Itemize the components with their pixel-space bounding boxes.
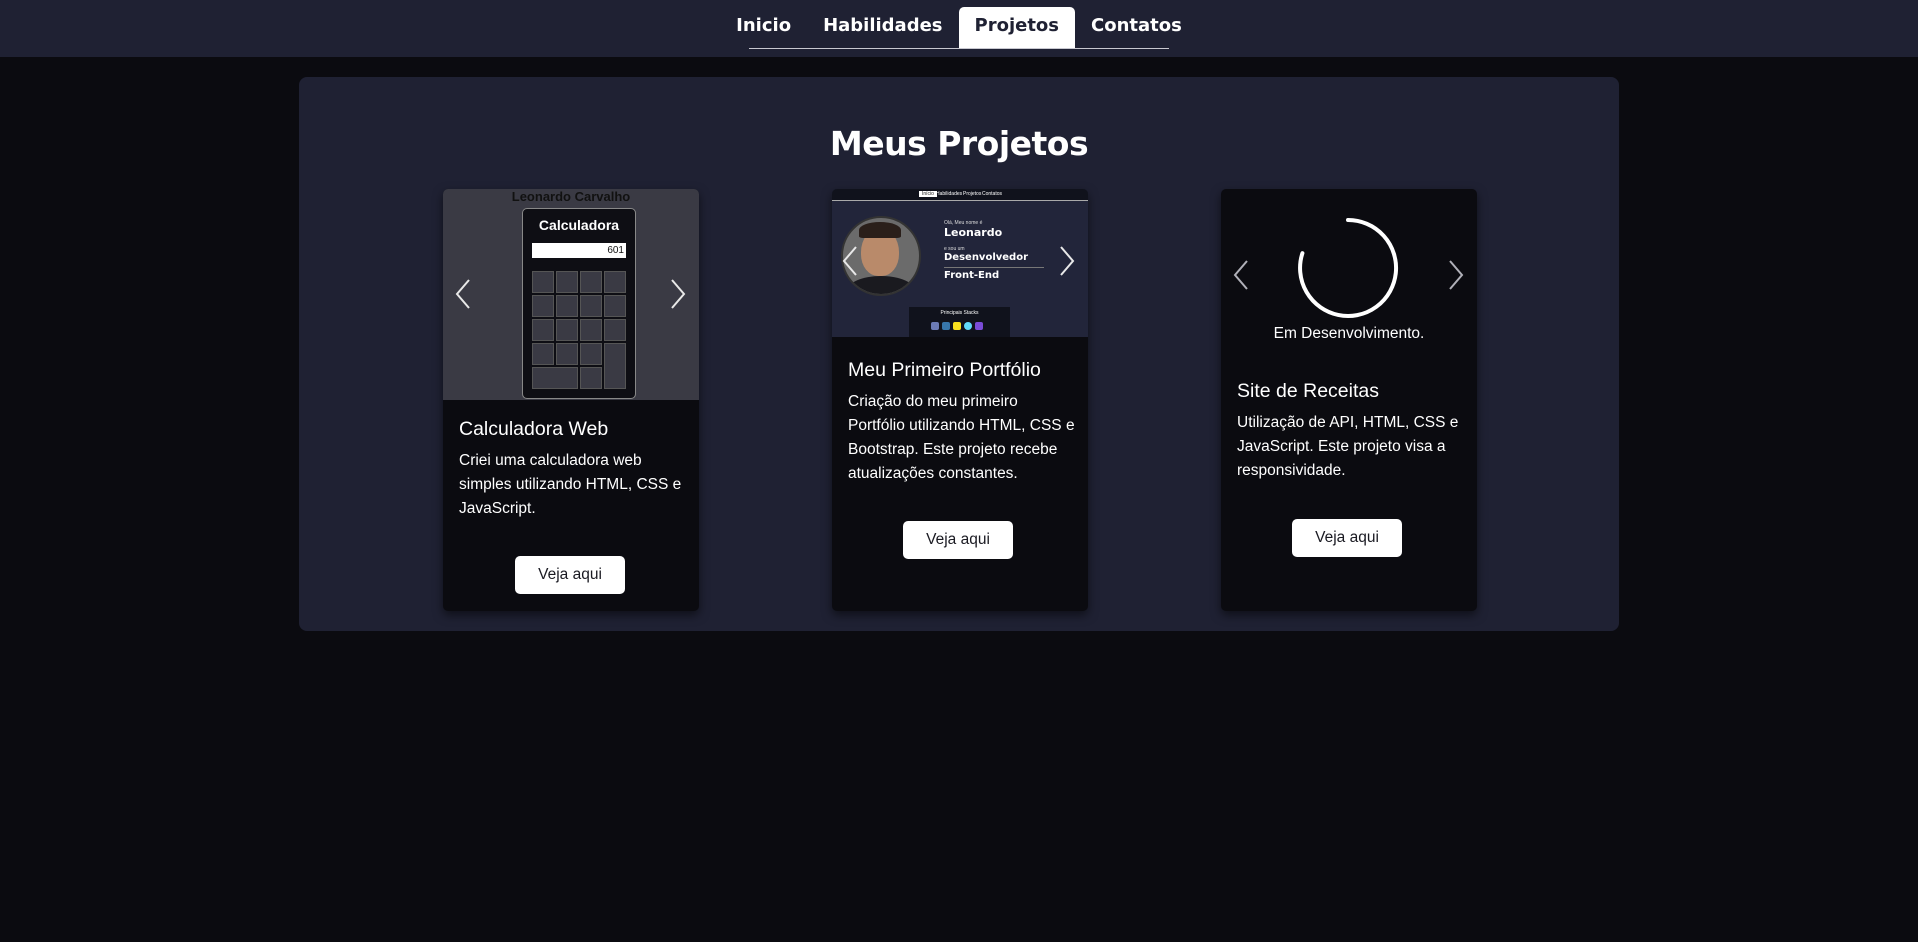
preview-navbar: Início Habilidades Projetos Contatos — [832, 189, 1088, 201]
project-description: Utilização de API, HTML, CSS e JavaScrip… — [1237, 414, 1459, 479]
tab-contatos[interactable]: Contatos — [1075, 7, 1198, 48]
project-preview-carousel: Leonardo Carvalho Calculadora 601 — [443, 189, 699, 400]
chevron-right-icon — [1449, 260, 1464, 290]
preview-nav-item: Projetos — [963, 191, 982, 197]
profile-photo-hair — [859, 222, 901, 238]
calc-key — [604, 295, 626, 317]
preview-nav-item: Contatos — [982, 191, 1003, 197]
preview-nav-item: Habilidades — [936, 191, 963, 197]
project-preview-carousel: Em Desenvolvimento. — [1221, 189, 1477, 349]
calc-key — [580, 343, 602, 365]
top-navbar: Inicio Habilidades Projetos Contatos — [0, 0, 1918, 57]
calc-key — [532, 271, 554, 293]
profile-photo-shirt — [847, 276, 915, 294]
project-description: Criação do meu primeiro Portfólio utiliz… — [848, 393, 1075, 482]
calc-key — [580, 319, 602, 341]
calc-key — [556, 343, 578, 365]
calc-key — [580, 367, 602, 389]
carousel-prev-button[interactable] — [1232, 259, 1250, 291]
calc-key — [532, 295, 554, 317]
loading-spinner-icon — [1298, 218, 1399, 318]
javascript-icon — [953, 322, 961, 330]
react-icon — [964, 322, 972, 330]
chevron-left-icon — [455, 279, 470, 309]
carousel-prev-button[interactable] — [454, 278, 472, 310]
calc-key — [556, 319, 578, 341]
preview-nav-item: Início — [919, 191, 937, 197]
chevron-left-icon — [842, 246, 857, 276]
php-icon — [931, 322, 939, 330]
development-status: Em Desenvolvimento. — [1273, 325, 1425, 342]
carousel-next-button[interactable] — [1447, 259, 1465, 291]
vscode-icon — [975, 322, 983, 330]
project-title: Calculadora Web — [459, 418, 609, 440]
project-card-receitas: Em Desenvolvimento. Site de Receitas Uti… — [1221, 189, 1477, 611]
preview-divider — [944, 267, 1044, 268]
chevron-left-icon — [1233, 260, 1248, 290]
section-title: Meus Projetos — [829, 124, 1089, 163]
preview-role-2: Front-End — [944, 270, 1000, 281]
preview-owner-name: Leonardo Carvalho — [511, 189, 631, 204]
calc-key — [532, 367, 578, 389]
calc-key — [604, 343, 626, 389]
preview-stacks-box: Principais Stacks — [909, 307, 1010, 337]
calc-key — [532, 319, 554, 341]
preview-role-1: Desenvolvedor — [944, 252, 1029, 263]
calc-key — [532, 343, 554, 365]
carousel-next-button[interactable] — [1058, 245, 1076, 277]
python-icon — [942, 322, 950, 330]
calculator-heading: Calculadora — [538, 217, 620, 233]
tab-projetos[interactable]: Projetos — [958, 7, 1076, 48]
calc-key — [580, 295, 602, 317]
nav-tabs: Inicio Habilidades Projetos Contatos — [736, 7, 1182, 49]
calc-key — [580, 271, 602, 293]
project-title: Meu Primeiro Portfólio — [848, 359, 1041, 381]
chevron-right-icon — [671, 279, 686, 309]
preview-stacks-label: Principais Stacks — [940, 310, 979, 316]
chevron-right-icon — [1060, 246, 1075, 276]
calc-key — [556, 295, 578, 317]
calculator-display: 601 — [532, 243, 626, 258]
project-description: Criei uma calculadora web simples utiliz… — [459, 452, 682, 517]
project-title: Site de Receitas — [1237, 380, 1379, 402]
view-project-button[interactable]: Veja aqui — [1292, 519, 1402, 557]
view-project-button[interactable]: Veja aqui — [515, 556, 625, 594]
carousel-prev-button[interactable] — [841, 245, 859, 277]
view-project-button[interactable]: Veja aqui — [903, 521, 1013, 559]
carousel-next-button[interactable] — [669, 278, 687, 310]
calculator-preview: Calculadora 601 — [522, 208, 636, 399]
calc-key — [604, 271, 626, 293]
tab-inicio[interactable]: Inicio — [720, 7, 807, 48]
calculator-keypad — [532, 271, 626, 389]
calc-key — [556, 271, 578, 293]
project-card-calculadora: Leonardo Carvalho Calculadora 601 Calcul… — [443, 189, 699, 611]
tab-habilidades[interactable]: Habilidades — [807, 7, 958, 48]
preview-name: Leonardo — [944, 226, 1003, 239]
calc-key — [604, 319, 626, 341]
project-preview-carousel: Início Habilidades Projetos Contatos Olá… — [832, 189, 1088, 337]
project-card-portfolio: Início Habilidades Projetos Contatos Olá… — [832, 189, 1088, 611]
